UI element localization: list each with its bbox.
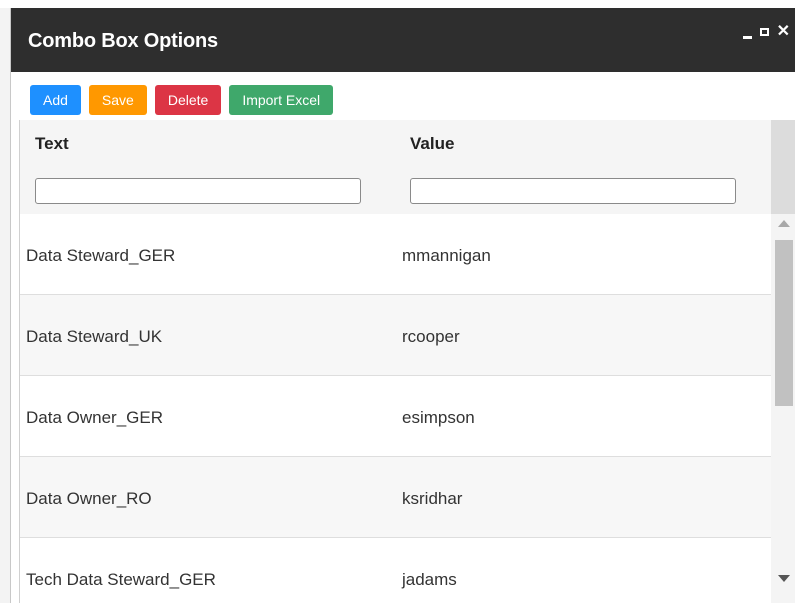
- maximize-icon[interactable]: [759, 28, 769, 36]
- cell-value: jadams: [402, 570, 457, 589]
- vertical-scrollbar[interactable]: [771, 214, 795, 603]
- grid-rows: Data Steward_GER mmannigan Data Steward_…: [20, 214, 771, 603]
- add-button[interactable]: Add: [30, 85, 81, 115]
- cell-value: ksridhar: [402, 489, 463, 508]
- table-row[interactable]: Tech Data Steward_GER jadams: [20, 538, 771, 603]
- scroll-down-arrow-icon[interactable]: [778, 575, 790, 582]
- cell-value: rcooper: [402, 327, 460, 346]
- scrollbar-header-spacer: [771, 120, 795, 214]
- combo-box-options-dialog: Combo Box Options ✕ Add Save Delete Impo…: [10, 8, 795, 603]
- toolbar: Add Save Delete Import Excel: [30, 85, 334, 115]
- table-row[interactable]: Data Owner_RO ksridhar: [20, 457, 771, 538]
- scroll-thumb[interactable]: [775, 240, 793, 406]
- cell-text: Data Owner_GER: [26, 408, 163, 427]
- cell-text: Data Steward_GER: [26, 246, 176, 265]
- background-edge: [0, 8, 10, 603]
- dialog-titlebar: Combo Box Options ✕: [11, 8, 795, 72]
- window-controls: ✕: [742, 24, 790, 40]
- save-button[interactable]: Save: [88, 85, 147, 115]
- dialog-title: Combo Box Options: [28, 30, 218, 52]
- cell-text: Data Steward_UK: [26, 327, 163, 346]
- cell-text: Data Owner_RO: [26, 489, 152, 508]
- table-row[interactable]: Data Owner_GER esimpson: [20, 376, 771, 457]
- import-excel-button[interactable]: Import Excel: [229, 85, 334, 115]
- cell-value: mmannigan: [402, 246, 491, 265]
- frame-top: [0, 0, 795, 8]
- cell-value: esimpson: [402, 408, 475, 427]
- column-header-text[interactable]: Text: [35, 134, 69, 154]
- grid-header: Text Value: [20, 120, 771, 214]
- options-grid: Text Value Data Steward_GER mmannigan Da…: [19, 120, 795, 603]
- scroll-up-arrow-icon[interactable]: [778, 220, 790, 227]
- delete-button[interactable]: Delete: [154, 85, 222, 115]
- minimize-icon[interactable]: [742, 35, 752, 39]
- column-header-value[interactable]: Value: [410, 134, 454, 154]
- table-row[interactable]: Data Steward_GER mmannigan: [20, 214, 771, 295]
- table-row[interactable]: Data Steward_UK rcooper: [20, 295, 771, 376]
- cell-text: Tech Data Steward_GER: [26, 570, 216, 589]
- value-filter-input[interactable]: [410, 178, 736, 204]
- text-filter-input[interactable]: [35, 178, 361, 204]
- close-icon[interactable]: ✕: [777, 24, 790, 40]
